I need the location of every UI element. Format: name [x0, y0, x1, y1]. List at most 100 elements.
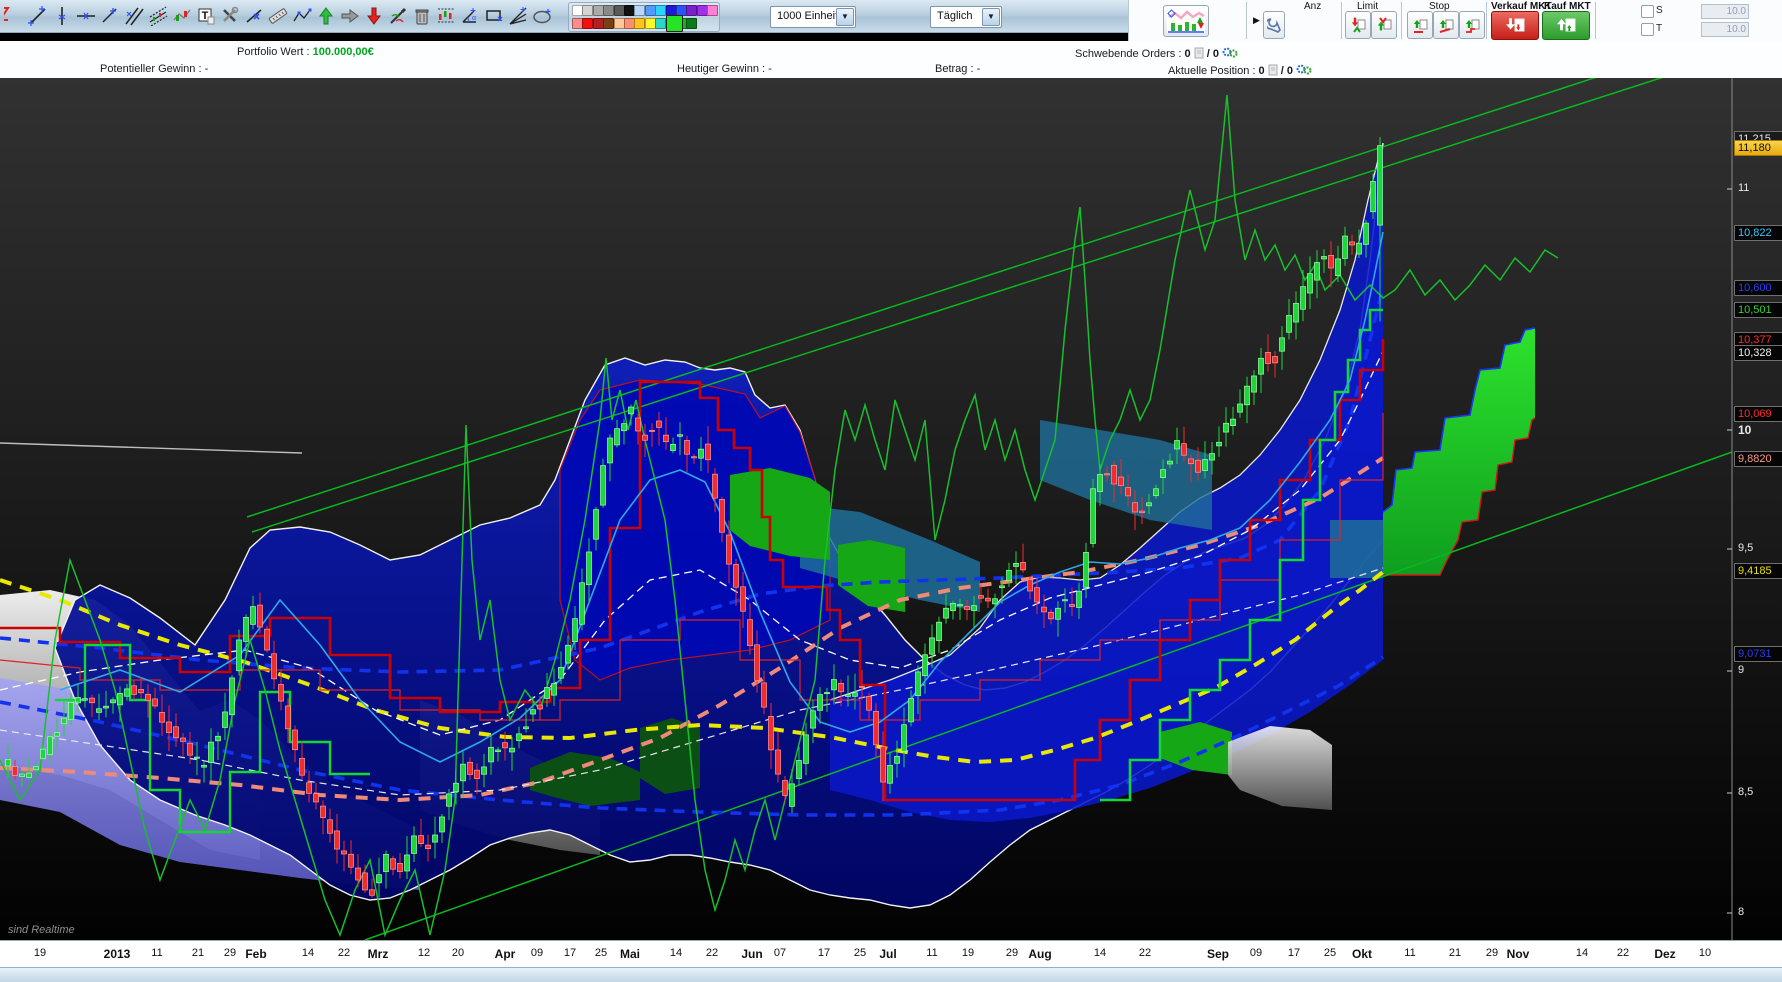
chart-canvas[interactable]	[0, 78, 1782, 940]
pending-orders-count: 0	[1184, 48, 1191, 60]
price-label: 10,822	[1734, 225, 1782, 241]
x-axis-tick: 21	[191, 947, 205, 959]
take-profit-checkbox[interactable]	[1641, 23, 1654, 36]
horizontal-line-icon-button[interactable]	[74, 3, 98, 29]
vertical-line-icon-button[interactable]	[50, 3, 74, 29]
trendline-icon-button[interactable]	[26, 3, 50, 29]
position-list-icon[interactable]	[1268, 64, 1278, 76]
rectangle-icon	[486, 10, 503, 22]
color-swatch[interactable]	[603, 18, 615, 29]
x-axis-tick: 14	[669, 947, 683, 959]
regression-channel-icon-button[interactable]	[146, 3, 170, 29]
chart-settings-button[interactable]	[1163, 5, 1209, 37]
x-axis-tick: Mrz	[367, 947, 389, 961]
today-profit-value: -	[768, 63, 772, 75]
ruler-icon-button[interactable]	[266, 3, 290, 29]
color-swatch[interactable]	[644, 5, 656, 16]
arrow-up-icon-button[interactable]	[314, 3, 338, 29]
x-axis-tick: Aug	[1028, 947, 1052, 961]
color-swatch[interactable]	[603, 5, 615, 16]
color-swatch-selected[interactable]	[665, 15, 683, 32]
color-swatch[interactable]	[686, 18, 698, 29]
sell-limit-button[interactable]	[1345, 11, 1371, 39]
stop-button-1[interactable]	[1407, 11, 1433, 39]
trading-panel: ▶ Anz ▲ ▼ Limit Stop Verkauf MKT Kauf MK…	[1128, 0, 1782, 42]
freehand-icon-button[interactable]	[386, 3, 410, 29]
x-axis-tick: 29	[223, 947, 237, 959]
units-dropdown[interactable]: 1000 Einheiten ▼	[770, 6, 856, 28]
color-swatch[interactable]	[613, 18, 625, 29]
order-list-icon[interactable]	[1194, 47, 1204, 59]
text-tool-icon-button[interactable]: T	[194, 3, 218, 29]
order-settings-button[interactable]	[1263, 11, 1285, 39]
color-swatch[interactable]	[624, 5, 635, 16]
trash-icon-button[interactable]	[410, 3, 434, 29]
color-swatch[interactable]	[582, 18, 594, 29]
delete-line-icon-button[interactable]	[242, 3, 266, 29]
take-profit-value: 10.0	[1701, 22, 1749, 37]
parallel-lines-icon-button[interactable]	[122, 3, 146, 29]
pattern-icon-button[interactable]	[434, 3, 458, 29]
ellipse-icon-button[interactable]	[530, 3, 554, 29]
color-swatch[interactable]	[707, 5, 719, 16]
y-axis-tick: 8	[1738, 906, 1745, 918]
buy-mkt-button[interactable]	[1542, 11, 1590, 40]
trash-icon	[415, 9, 429, 25]
amount-label: Betrag :	[935, 63, 974, 75]
color-swatch[interactable]	[644, 18, 656, 29]
color-swatch[interactable]	[572, 5, 583, 16]
chevron-down-icon[interactable]: ▼	[836, 8, 854, 26]
edge-partial-icon-button[interactable]	[2, 3, 26, 29]
anz-label: Anz	[1304, 1, 1322, 12]
period-dropdown[interactable]: Täglich ▼	[930, 6, 1002, 28]
potential-profit-value: -	[204, 63, 209, 75]
chevron-down-icon[interactable]: ▼	[982, 8, 1000, 26]
color-swatch[interactable]	[572, 18, 583, 29]
color-swatch[interactable]	[582, 5, 594, 16]
x-axis-tick: 11	[151, 947, 163, 959]
take-profit-checkbox-label: T	[1656, 23, 1663, 34]
x-axis-tick: 14	[301, 947, 315, 959]
polyline-icon-button[interactable]	[290, 3, 314, 29]
x-axis-tick: 20	[451, 947, 465, 959]
stop-button-3[interactable]	[1459, 11, 1485, 39]
color-swatch[interactable]	[696, 5, 708, 16]
color-swatch[interactable]	[655, 18, 667, 29]
parallel-lines-icon	[125, 7, 144, 26]
gears-icon[interactable]	[1296, 63, 1312, 76]
current-position-count: 0	[1258, 65, 1265, 77]
stop-button-2[interactable]	[1433, 11, 1459, 39]
candle-line-icon-button[interactable]	[170, 3, 194, 29]
angle-icon-button[interactable]: α	[458, 3, 482, 29]
arrow-right-icon-button[interactable]	[338, 3, 362, 29]
rectangle-icon-button[interactable]	[482, 3, 506, 29]
x-axis-tick: 14	[1093, 947, 1107, 959]
color-swatch[interactable]	[592, 5, 604, 16]
x-axis-tick: Nov	[1506, 947, 1530, 961]
freehand-icon	[390, 7, 407, 24]
buy-limit-button[interactable]	[1371, 11, 1397, 39]
arrow-up-icon	[319, 7, 333, 25]
color-swatch[interactable]	[655, 5, 667, 16]
crosshair-icon-button[interactable]	[98, 3, 122, 29]
sell-mkt-button[interactable]	[1491, 11, 1539, 40]
arrow-down-icon-button[interactable]	[362, 3, 386, 29]
window-bottom-strip	[0, 967, 1782, 982]
stop-loss-checkbox[interactable]	[1641, 5, 1654, 18]
buy-arrow-icon	[1557, 18, 1576, 31]
color-swatch[interactable]	[624, 18, 635, 29]
color-swatch[interactable]	[686, 5, 698, 16]
arrow-down-icon	[367, 7, 381, 25]
fan-lines-icon	[509, 7, 527, 25]
horizontal-line-icon	[77, 12, 95, 20]
gears-icon[interactable]	[1222, 46, 1238, 59]
tools-icon-button[interactable]	[218, 3, 242, 29]
text-tool-icon: T	[198, 8, 215, 25]
fan-lines-icon-button[interactable]	[506, 3, 530, 29]
panel-collapse-icon[interactable]: ▶	[1253, 15, 1260, 26]
price-chart[interactable]: sind Realtime 11 10 9,5 9 8,5 8 11,215 11,180 10…	[0, 78, 1782, 940]
color-swatch[interactable]	[592, 18, 604, 29]
color-swatch[interactable]	[634, 18, 646, 29]
color-swatch[interactable]	[613, 5, 625, 16]
color-swatch[interactable]	[634, 5, 646, 16]
